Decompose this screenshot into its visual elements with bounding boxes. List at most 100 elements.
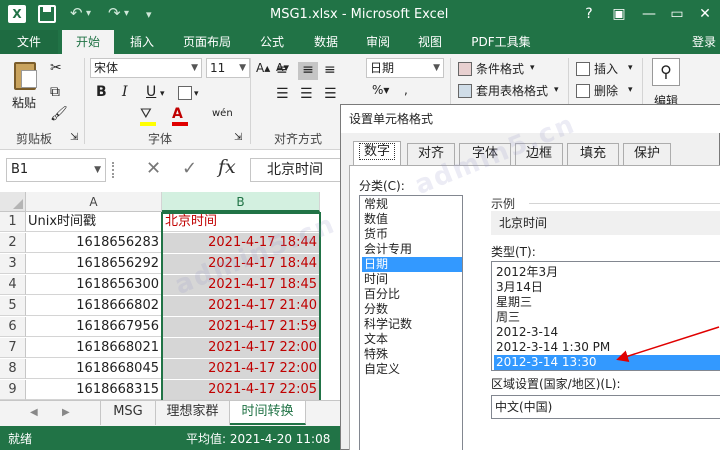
list-item[interactable]: 文本 <box>362 332 462 347</box>
chevron-down-icon[interactable]: ▾ <box>160 86 165 102</box>
maximize-icon[interactable]: ▭ <box>666 5 688 23</box>
locale-select[interactable]: 中文(中国) <box>491 395 720 419</box>
sheet-tab-lixiang[interactable]: 理想家群 <box>156 401 230 425</box>
ribbon-display-icon[interactable]: ▣ <box>608 5 630 23</box>
table-cell[interactable]: 1618668045 <box>26 359 162 379</box>
tab-protection[interactable]: 保护 <box>623 143 671 165</box>
align-bottom-icon[interactable]: ≡ <box>324 62 336 78</box>
list-item[interactable]: 星期三 <box>494 295 720 310</box>
table-cell[interactable]: 1618656283 <box>26 233 162 253</box>
undo-icon[interactable]: ↶ <box>70 4 83 22</box>
sign-in-link[interactable]: 登录 <box>688 30 720 54</box>
list-item-selected[interactable]: 2012-3-14 13:30 <box>494 355 720 370</box>
row-header[interactable]: 6 <box>0 317 26 337</box>
tab-file[interactable]: 文件 <box>0 30 58 54</box>
fill-color-icon[interactable]: ⛛ <box>140 106 156 126</box>
formula-input[interactable]: 北京时间 <box>250 158 350 182</box>
column-header-a[interactable]: A <box>26 192 162 212</box>
row-header[interactable]: 5 <box>0 296 26 316</box>
table-cell[interactable]: 2021-4-17 22:00 <box>162 338 320 358</box>
row-header[interactable]: 4 <box>0 275 26 295</box>
italic-icon[interactable]: I <box>122 84 128 100</box>
chevron-down-icon[interactable]: ▾ <box>628 60 633 76</box>
table-cell[interactable]: 1618656292 <box>26 254 162 274</box>
tab-font[interactable]: 字体 <box>459 143 511 165</box>
sheet-tab-time-convert[interactable]: 时间转换 <box>230 401 306 425</box>
scroll-tabs-left-icon[interactable]: ◀ <box>30 407 38 418</box>
row-header[interactable]: 3 <box>0 254 26 274</box>
list-item-selected[interactable]: 日期 <box>362 257 462 272</box>
row-header[interactable]: 7 <box>0 338 26 358</box>
tab-alignment[interactable]: 对齐 <box>407 143 455 165</box>
paste-button[interactable]: 粘贴 <box>12 94 36 111</box>
category-list[interactable]: 常规 数值 货币 会计专用 日期 时间 百分比 分数 科学记数 文本 特殊 自定… <box>359 195 463 450</box>
table-cell[interactable]: 2021-4-17 18:44 <box>162 233 320 253</box>
select-all-button[interactable] <box>0 192 26 212</box>
list-item[interactable]: 货币 <box>362 227 462 242</box>
copy-icon[interactable]: ⧉ <box>50 84 60 100</box>
table-cell[interactable]: 2021-4-17 21:40 <box>162 296 320 316</box>
tab-border[interactable]: 边框 <box>515 143 563 165</box>
list-item[interactable]: 数值 <box>362 212 462 227</box>
cut-icon[interactable]: ✂ <box>50 60 62 76</box>
comma-icon[interactable]: , <box>404 82 408 98</box>
chevron-down-icon[interactable]: ▾ <box>554 82 559 98</box>
align-top-icon[interactable]: ≡ <box>276 62 288 78</box>
table-cell[interactable]: 1618668021 <box>26 338 162 358</box>
chevron-down-icon[interactable]: ▾ <box>530 60 535 76</box>
underline-icon[interactable]: U <box>146 84 156 100</box>
list-item[interactable]: 百分比 <box>362 287 462 302</box>
font-size-field[interactable]: 11 ▼ <box>206 58 250 78</box>
list-item[interactable]: 常规 <box>362 197 462 212</box>
undo-dropdown-icon[interactable]: ▾ <box>86 8 91 19</box>
align-middle-icon[interactable]: ≡ <box>298 62 318 80</box>
type-list[interactable]: 2012年3月 3月14日 星期三 周三 2012-3-14 2012-3-14… <box>491 261 720 371</box>
redo-icon[interactable]: ↷ <box>108 4 121 22</box>
row-header[interactable]: 2 <box>0 233 26 253</box>
insert-function-icon[interactable]: fx <box>218 156 236 178</box>
redo-dropdown-icon[interactable]: ▾ <box>124 8 129 19</box>
number-format-field[interactable]: 日期 ▼ <box>366 58 444 78</box>
table-cell[interactable]: 1618666802 <box>26 296 162 316</box>
align-right-icon[interactable]: ☰ <box>324 86 337 102</box>
column-header-b[interactable]: B <box>162 192 320 212</box>
tab-insert[interactable]: 插入 <box>120 30 164 54</box>
excel-logo-icon[interactable]: X <box>8 5 26 23</box>
conditional-format-button[interactable]: 条件格式 <box>476 60 524 77</box>
list-item[interactable]: 2012-3-14 1:30 PM <box>494 340 720 355</box>
cell-b1[interactable]: 北京时间 <box>162 212 320 232</box>
paste-icon[interactable] <box>14 62 37 90</box>
increase-font-icon[interactable]: A▴ <box>256 60 270 76</box>
table-cell[interactable]: 2021-4-17 18:44 <box>162 254 320 274</box>
name-box[interactable]: B1 ▼ <box>6 158 106 182</box>
table-cell[interactable]: 2021-4-17 22:05 <box>162 380 320 400</box>
row-header[interactable]: 1 <box>0 212 26 232</box>
tab-home[interactable]: 开始 <box>62 30 114 54</box>
list-item[interactable]: 自定义 <box>362 362 462 377</box>
insert-button[interactable]: 插入 <box>594 60 618 77</box>
align-left-icon[interactable]: ☰ <box>276 86 289 102</box>
currency-icon[interactable]: %▾ <box>372 82 389 98</box>
table-cell[interactable]: 1618668315 <box>26 380 162 400</box>
find-binoculars-icon[interactable]: ⚲ <box>652 58 680 86</box>
format-painter-icon[interactable]: 🖌 <box>50 106 68 122</box>
align-center-icon[interactable]: ☰ <box>300 86 313 102</box>
list-item[interactable]: 3月14日 <box>494 280 720 295</box>
scroll-tabs-right-icon[interactable]: ▶ <box>62 407 70 418</box>
font-launcher-icon[interactable]: ⇲ <box>234 130 242 146</box>
list-item[interactable]: 2012年3月 <box>494 265 720 280</box>
table-cell[interactable]: 2021-4-17 22:00 <box>162 359 320 379</box>
font-color-icon[interactable]: A <box>172 106 188 126</box>
tab-number[interactable]: 数字 <box>353 141 401 166</box>
list-item[interactable]: 科学记数 <box>362 317 462 332</box>
chevron-down-icon[interactable]: ▾ <box>628 82 633 98</box>
list-item[interactable]: 会计专用 <box>362 242 462 257</box>
tab-formulas[interactable]: 公式 <box>250 30 294 54</box>
tab-view[interactable]: 视图 <box>408 30 452 54</box>
minimize-icon[interactable]: — <box>638 5 660 23</box>
tab-fill[interactable]: 填充 <box>567 143 619 165</box>
row-header[interactable]: 8 <box>0 359 26 379</box>
list-item[interactable]: 周三 <box>494 310 720 325</box>
delete-button[interactable]: 删除 <box>594 82 618 99</box>
list-item[interactable]: 分数 <box>362 302 462 317</box>
